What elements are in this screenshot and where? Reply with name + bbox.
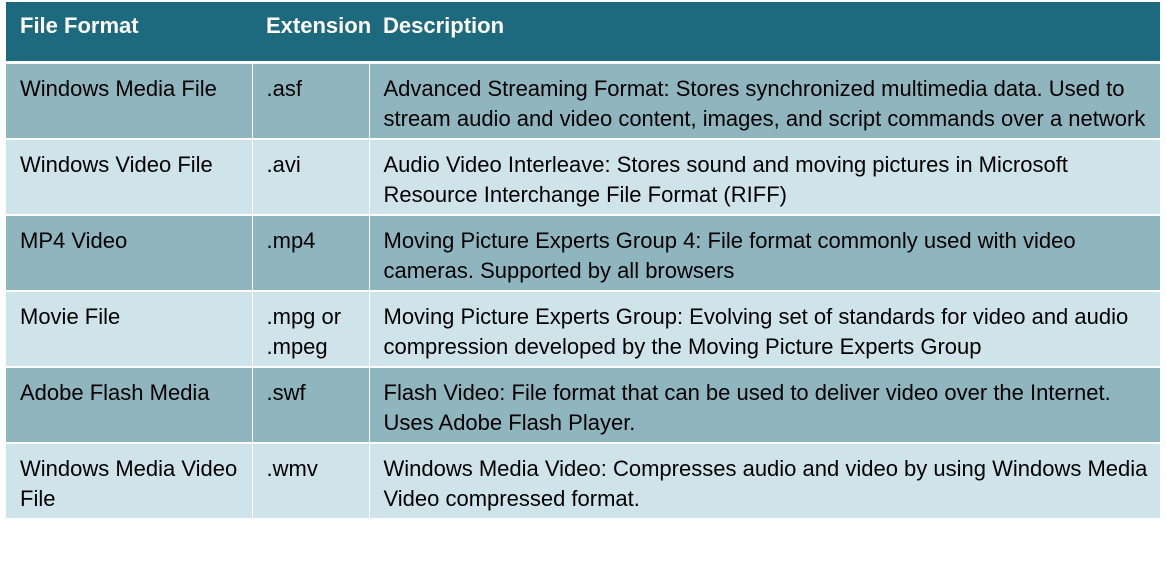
cell-format: Windows Media File <box>6 61 252 139</box>
table-row: Windows Media File .asf Advanced Streami… <box>6 61 1160 139</box>
cell-extension: .wmv <box>251 441 369 518</box>
cell-description: Advanced Streaming Format: Stores synchr… <box>368 61 1160 139</box>
table-row: Adobe Flash Media .swf Flash Video: File… <box>6 365 1160 443</box>
cell-extension: .asf <box>251 61 369 139</box>
cell-format: Adobe Flash Media <box>6 365 252 443</box>
cell-description: Moving Picture Experts Group: Evolving s… <box>368 289 1160 367</box>
table-row: Windows Video File .avi Audio Video Inte… <box>6 137 1160 215</box>
header-extension: Extension <box>252 2 371 64</box>
cell-format: Movie File <box>6 289 252 367</box>
table-row: Windows Media Video File .wmv Windows Me… <box>6 441 1160 518</box>
header-file-format: File Format <box>6 2 252 64</box>
cell-extension: .mpg or .mpeg <box>251 289 369 367</box>
cell-format: Windows Video File <box>6 137 252 215</box>
header-description: Description <box>369 2 1160 64</box>
table-row: Movie File .mpg or .mpeg Moving Picture … <box>6 289 1160 367</box>
file-format-table: File Format Extension Description Window… <box>6 2 1160 518</box>
cell-description: Moving Picture Experts Group 4: File for… <box>368 213 1160 291</box>
cell-description: Windows Media Video: Compresses audio an… <box>368 441 1160 518</box>
cell-extension: .mp4 <box>251 213 369 291</box>
cell-description: Audio Video Interleave: Stores sound and… <box>368 137 1160 215</box>
table-header-row: File Format Extension Description <box>6 2 1160 64</box>
cell-format: MP4 Video <box>6 213 252 291</box>
table-row: MP4 Video .mp4 Moving Picture Experts Gr… <box>6 213 1160 291</box>
cell-description: Flash Video: File format that can be use… <box>368 365 1160 443</box>
cell-format: Windows Media Video File <box>6 441 252 518</box>
cell-extension: .swf <box>251 365 369 443</box>
file-format-table-container: File Format Extension Description Window… <box>6 2 1160 518</box>
cell-extension: .avi <box>251 137 369 215</box>
